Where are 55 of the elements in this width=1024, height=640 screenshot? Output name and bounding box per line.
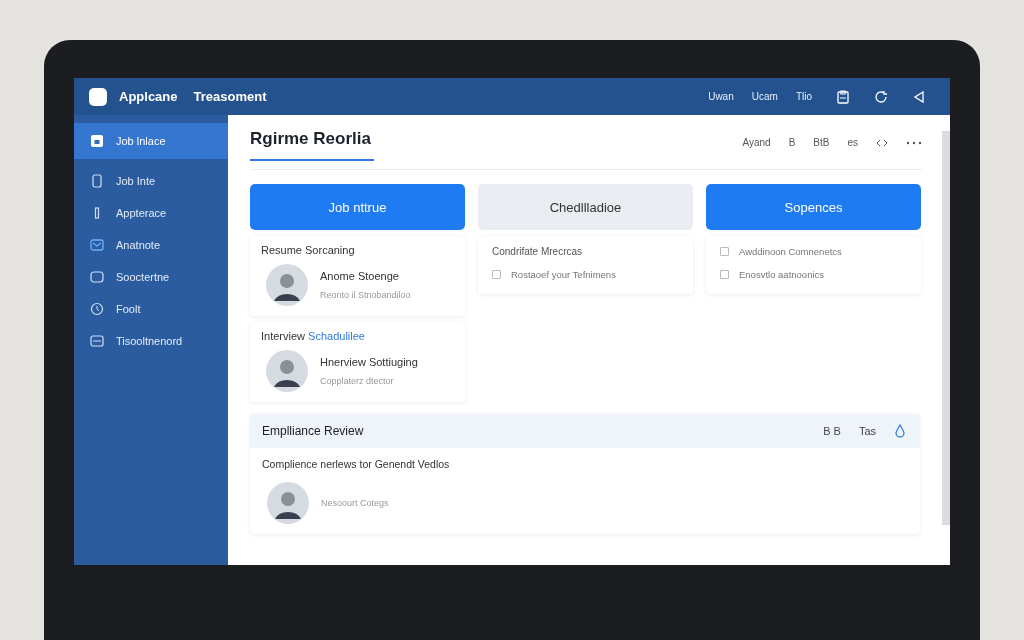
sidebar-item[interactable]: Tisooltnenord xyxy=(74,325,228,357)
card-title: Condrifate Mrecrcas xyxy=(492,246,584,257)
person-role: Copplaterz dtector xyxy=(320,376,395,386)
chat-icon xyxy=(90,270,104,284)
checkbox-label: Enosvtlo aatnoonics xyxy=(739,269,825,280)
drop-icon[interactable] xyxy=(894,424,906,438)
top-link[interactable]: Uwan xyxy=(708,91,734,102)
column-tab[interactable]: Sopences xyxy=(706,184,921,230)
column-tab[interactable]: Job nttrue xyxy=(250,184,465,230)
toolbar-item[interactable]: es xyxy=(847,137,858,148)
card-title: Resume Sorcaning xyxy=(261,244,356,256)
app-logo-icon xyxy=(89,87,107,106)
review-text: Complience nerlews tor Genendt Vedlos xyxy=(262,458,451,470)
section-action[interactable]: B B xyxy=(823,425,841,437)
card-title-link[interactable]: Schadulilee xyxy=(308,330,365,342)
section-action[interactable]: Tas xyxy=(858,425,876,437)
back-icon[interactable] xyxy=(912,89,926,104)
clipboard-icon[interactable] xyxy=(836,89,850,104)
person-name: Nesoourt Cotegs xyxy=(321,498,389,508)
avatar-silhouette xyxy=(266,350,308,392)
toolbar-item[interactable]: Ayand xyxy=(742,137,771,148)
toolbar-item[interactable]: BtB xyxy=(813,137,830,148)
top-link[interactable]: Ucam xyxy=(751,91,778,102)
avatar-silhouette xyxy=(267,482,309,524)
checkbox-label: Rostaoef your Tefnimens xyxy=(511,269,616,280)
sidebar-item[interactable]: Foolt xyxy=(74,293,228,325)
clock-icon xyxy=(90,302,104,316)
sidebar-item[interactable]: Job lnlace xyxy=(74,123,228,159)
checkbox[interactable] xyxy=(720,247,729,256)
doc-icon xyxy=(90,174,104,188)
section-title: Emplliance Review xyxy=(262,424,364,438)
person-role: Reonto il Stnobandiloo xyxy=(320,290,411,300)
sidebar-item[interactable]: Sooctertne xyxy=(74,261,228,293)
toolbar-item[interactable]: B xyxy=(788,137,796,148)
mail-icon xyxy=(90,238,104,252)
sidebar-item[interactable]: Anatnote xyxy=(74,229,228,261)
app-title: Treasoment xyxy=(193,89,267,104)
page-title: Rgirme Reorlia xyxy=(250,129,372,149)
top-link[interactable]: Tlio xyxy=(795,91,812,102)
person-name: Anome Stoenge xyxy=(320,270,400,282)
checkbox[interactable] xyxy=(720,270,729,279)
app-name: Applcane xyxy=(119,89,178,104)
more-icon[interactable] xyxy=(906,140,922,145)
column-tab[interactable]: Chedllladioe xyxy=(478,184,693,230)
sidebar-item[interactable]: Job Inte xyxy=(74,165,228,197)
person-name: Hnerview Sottiuging xyxy=(320,356,418,368)
scrollbar[interactable] xyxy=(942,131,950,525)
card-icon xyxy=(90,334,104,348)
card-title: Interview Schadulilee xyxy=(261,330,366,342)
checkbox-label: Awddinoon Comnenetcs xyxy=(739,246,842,257)
sidebar-item[interactable]: Appterace xyxy=(74,197,228,229)
avatar-silhouette xyxy=(266,264,308,306)
code-icon[interactable] xyxy=(876,137,888,148)
checkbox[interactable] xyxy=(492,270,501,279)
refresh-icon[interactable] xyxy=(874,89,888,104)
